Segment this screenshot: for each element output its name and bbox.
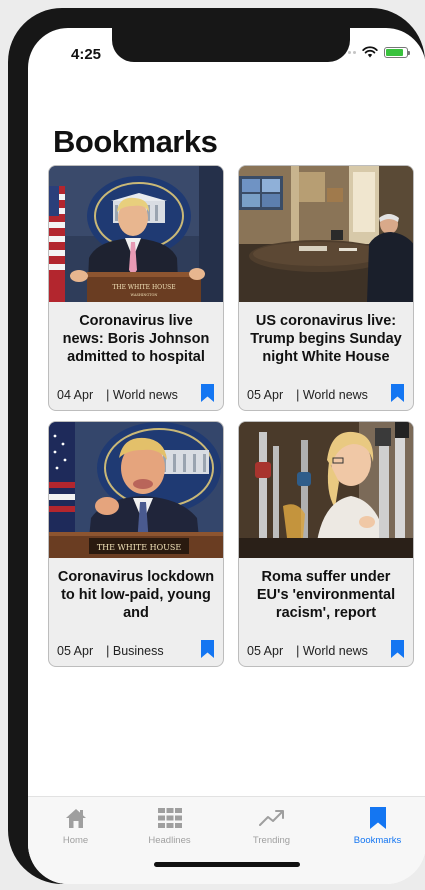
article-headline: Coronavirus live news: Boris Johnson adm… [62, 313, 210, 365]
article-category: | World news [296, 644, 368, 658]
bookmark-grid: THE WHITE HOUSE WASHINGTON Coronavirus l… [48, 165, 414, 667]
tab-headlines[interactable]: Headlines [122, 805, 217, 855]
article-meta: 05 Apr | World news [247, 386, 405, 404]
article-meta: 05 Apr | World news [247, 642, 405, 660]
tab-label: Home [62, 835, 89, 846]
bookmark-icon [369, 805, 386, 831]
tab-label: Headlines [148, 835, 191, 846]
article-card[interactable]: US coronavirus live: Trump begins Sunday… [238, 165, 414, 411]
article-date: 05 Apr [247, 644, 284, 658]
podium-sign: THE WHITE HOUSE [112, 284, 175, 291]
bookmark-icon[interactable] [201, 640, 214, 658]
article-date: 04 Apr [57, 388, 94, 402]
tab-bar: Home Headlines Trending Bookmarks [28, 796, 425, 884]
grid-icon [157, 805, 182, 831]
phone-frame: 4:25 Bookmarks THE WHITE HOUSE WASHINGTO… [8, 8, 425, 884]
tab-trending[interactable]: Trending [224, 805, 319, 855]
bookmark-icon[interactable] [391, 384, 404, 402]
bookmark-icon[interactable] [201, 384, 214, 402]
article-card[interactable]: Roma suffer under EU's 'environmental ra… [238, 421, 414, 667]
status-time: 4:25 [71, 46, 102, 63]
article-date: 05 Apr [247, 388, 284, 402]
article-category: | World news [106, 388, 178, 402]
tab-home[interactable]: Home [28, 805, 123, 855]
tab-label: Bookmarks [353, 835, 402, 846]
article-category: | World news [296, 388, 368, 402]
article-card[interactable]: THE WHITE HOUSE Coronavirus lockdown to … [48, 421, 224, 667]
article-image [239, 166, 413, 302]
article-image: THE WHITE HOUSE WASHINGTON [49, 166, 223, 302]
article-meta: 05 Apr | Business [57, 642, 215, 660]
app-screen: 4:25 Bookmarks THE WHITE HOUSE WASHINGTO… [28, 28, 425, 884]
battery-level [386, 48, 403, 56]
podium-sign: THE WHITE HOUSE [97, 543, 182, 552]
article-headline: Coronavirus lockdown to hit low-paid, yo… [57, 569, 215, 621]
wifi-icon [362, 46, 378, 58]
home-indicator [154, 862, 300, 867]
home-icon [64, 805, 88, 831]
article-headline: Roma suffer under EU's 'environmental ra… [256, 569, 396, 621]
battery-charging-icon [384, 46, 410, 58]
article-category: | Business [106, 644, 164, 658]
device-notch [112, 28, 350, 62]
podium-sign-sub: WASHINGTON [131, 293, 158, 297]
article-meta: 04 Apr | World news [57, 386, 215, 404]
page-title: Bookmarks [53, 124, 218, 159]
article-image: THE WHITE HOUSE [49, 422, 223, 558]
article-date: 05 Apr [57, 644, 94, 658]
article-headline: US coronavirus live: Trump begins Sunday… [250, 313, 402, 365]
tab-bookmarks[interactable]: Bookmarks [330, 805, 425, 855]
bookmark-icon[interactable] [391, 640, 404, 658]
article-image [239, 422, 413, 558]
trending-icon [258, 805, 285, 831]
article-card[interactable]: THE WHITE HOUSE WASHINGTON Coronavirus l… [48, 165, 224, 411]
tab-label: Trending [252, 835, 291, 846]
